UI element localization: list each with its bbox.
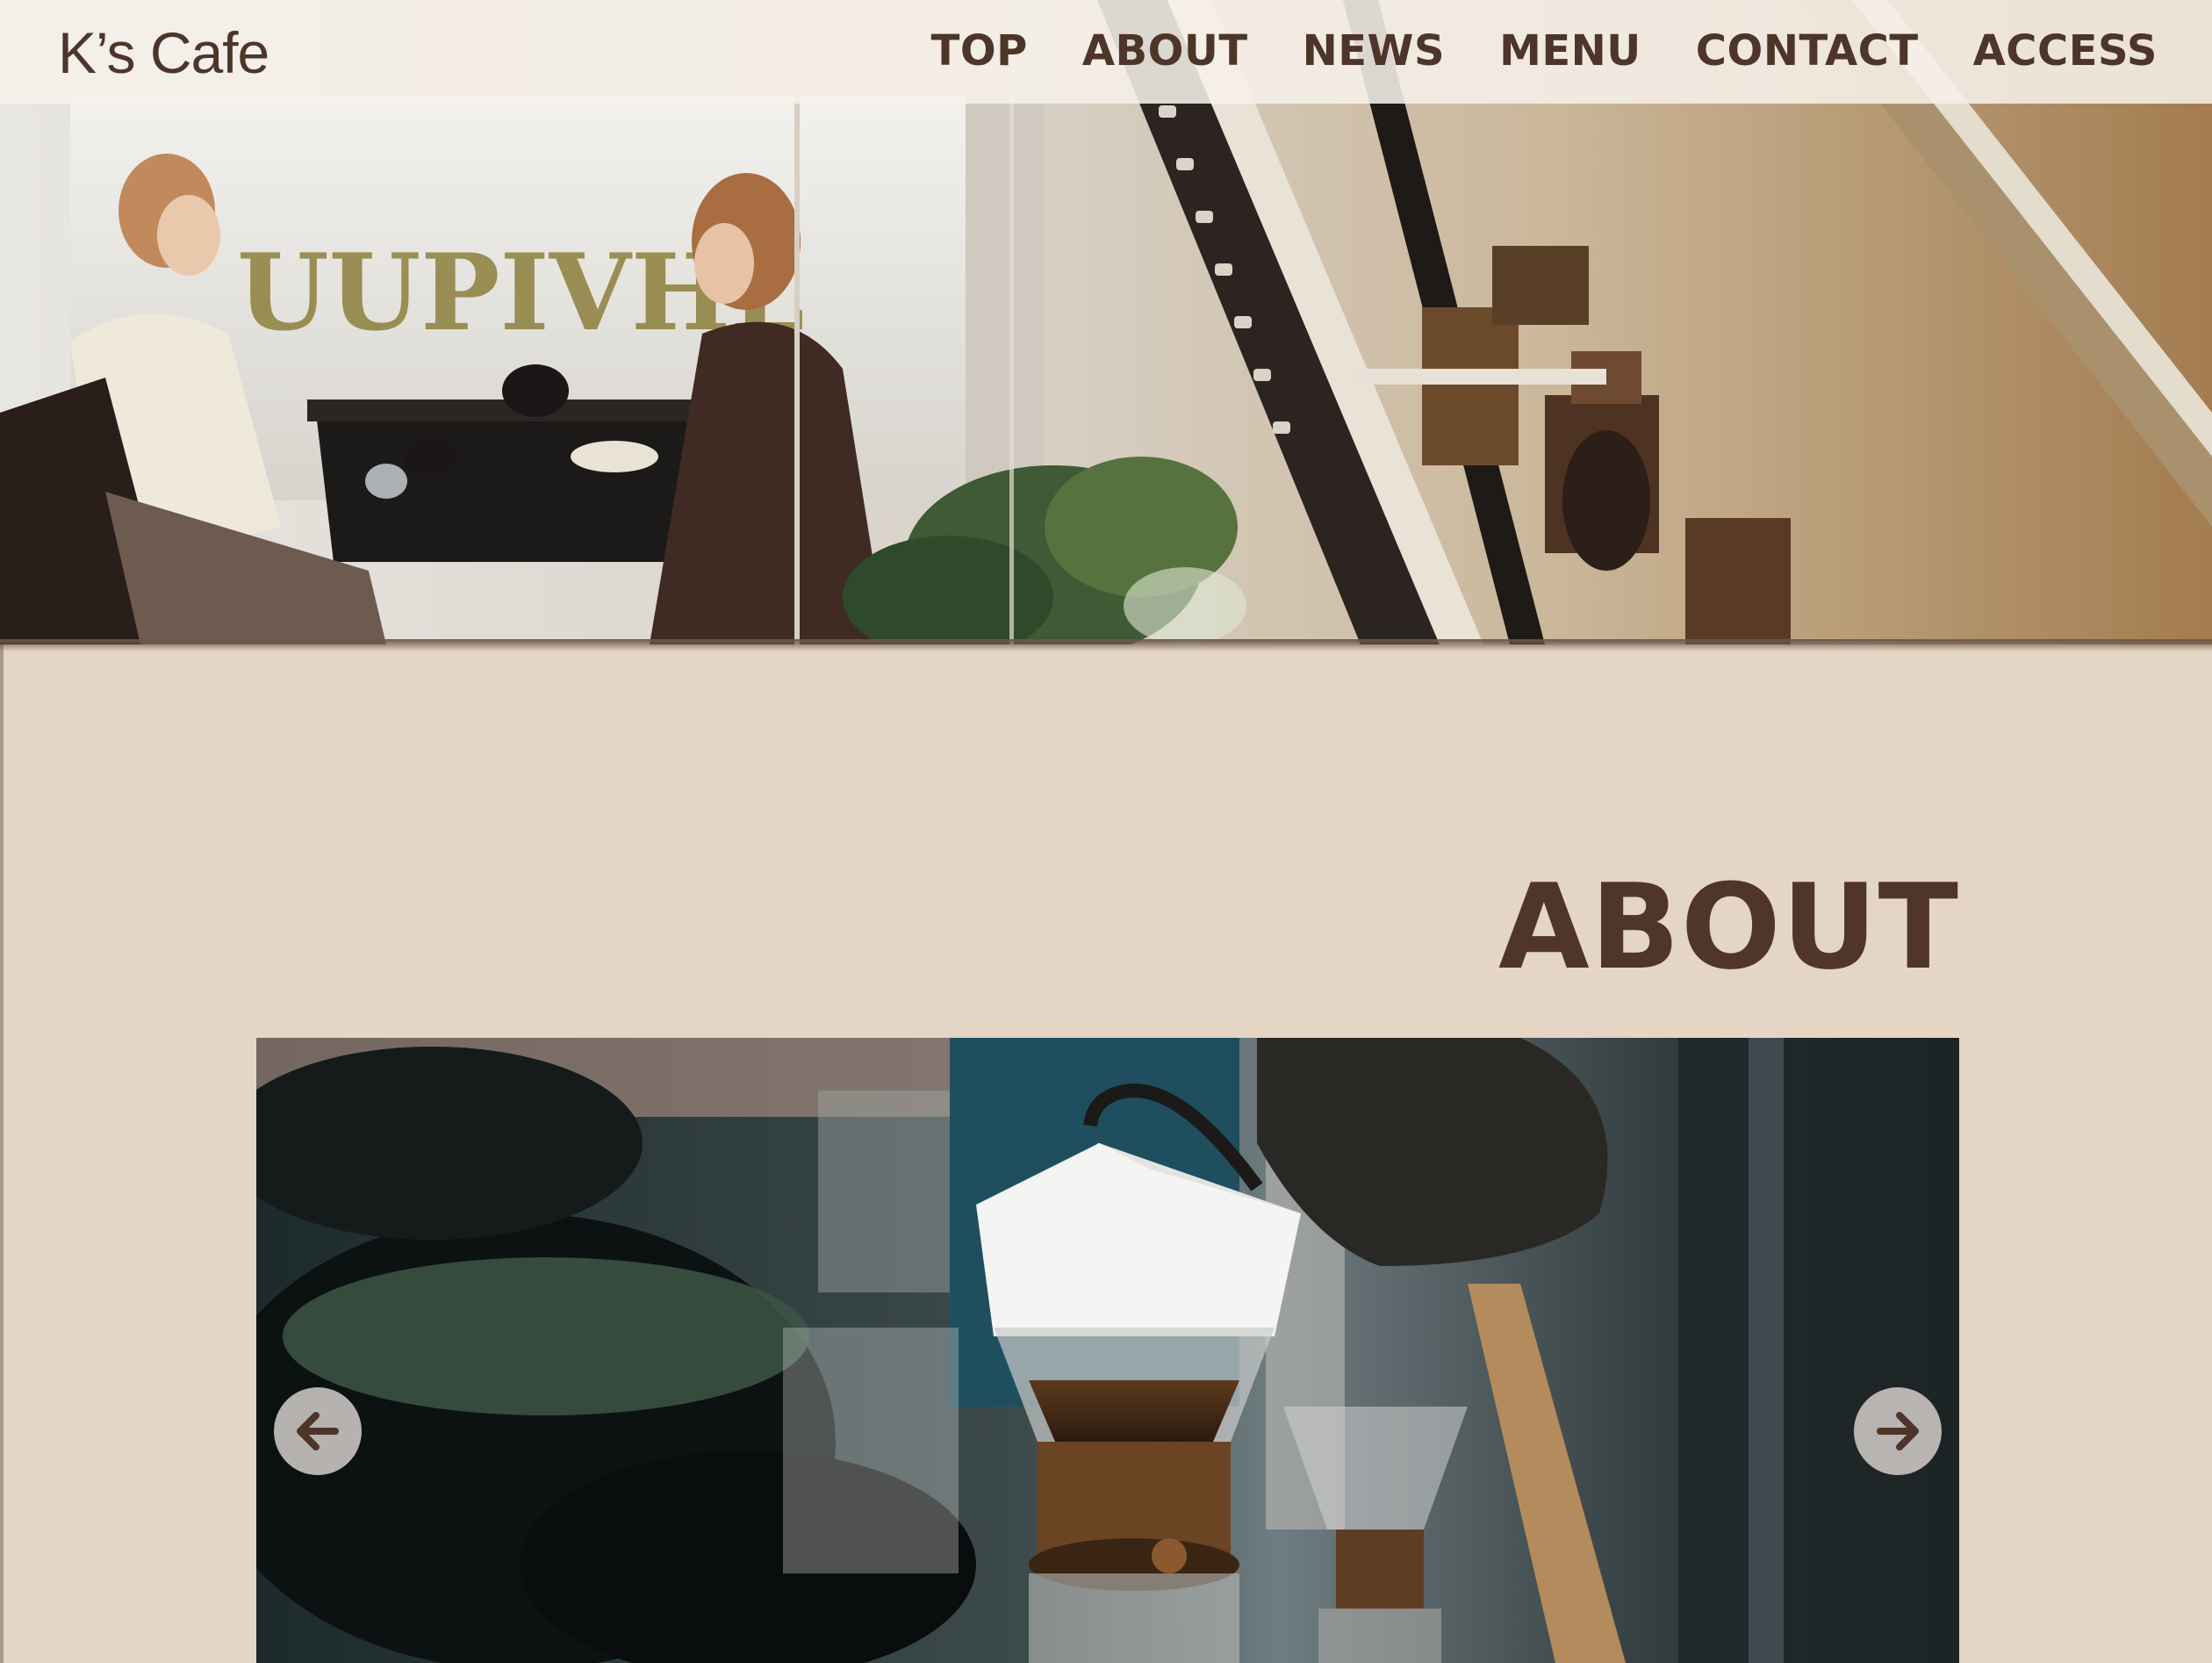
- nav-access[interactable]: ACCESS: [1973, 26, 2158, 76]
- site-logo[interactable]: K’s Cafe: [58, 19, 269, 86]
- top-navbar: K’s Cafe TOP ABOUT NEWS MENU CONTACT ACC…: [0, 0, 2212, 104]
- main-nav: TOP ABOUT NEWS MENU CONTACT ACCESS: [931, 26, 2158, 76]
- hero-banner: UUPIVHL K’s Cafe TOP ABOUT NEWS MENU CON…: [0, 0, 2212, 644]
- slider-prev-button[interactable]: [274, 1387, 362, 1475]
- nav-top[interactable]: TOP: [931, 26, 1028, 76]
- nav-about[interactable]: ABOUT: [1082, 26, 1248, 76]
- image-slider[interactable]: [256, 1038, 1959, 1663]
- nav-news[interactable]: NEWS: [1303, 26, 1445, 76]
- nav-contact[interactable]: CONTACT: [1696, 26, 1919, 76]
- nav-menu[interactable]: MENU: [1499, 26, 1641, 76]
- about-heading: ABOUT: [1498, 859, 1959, 996]
- slider-image: [256, 1038, 1959, 1663]
- arrow-left-icon: [297, 1412, 339, 1451]
- hero-divider-shadow: [0, 639, 2212, 652]
- slider-next-button[interactable]: [1854, 1387, 1942, 1475]
- arrow-right-icon: [1877, 1412, 1919, 1451]
